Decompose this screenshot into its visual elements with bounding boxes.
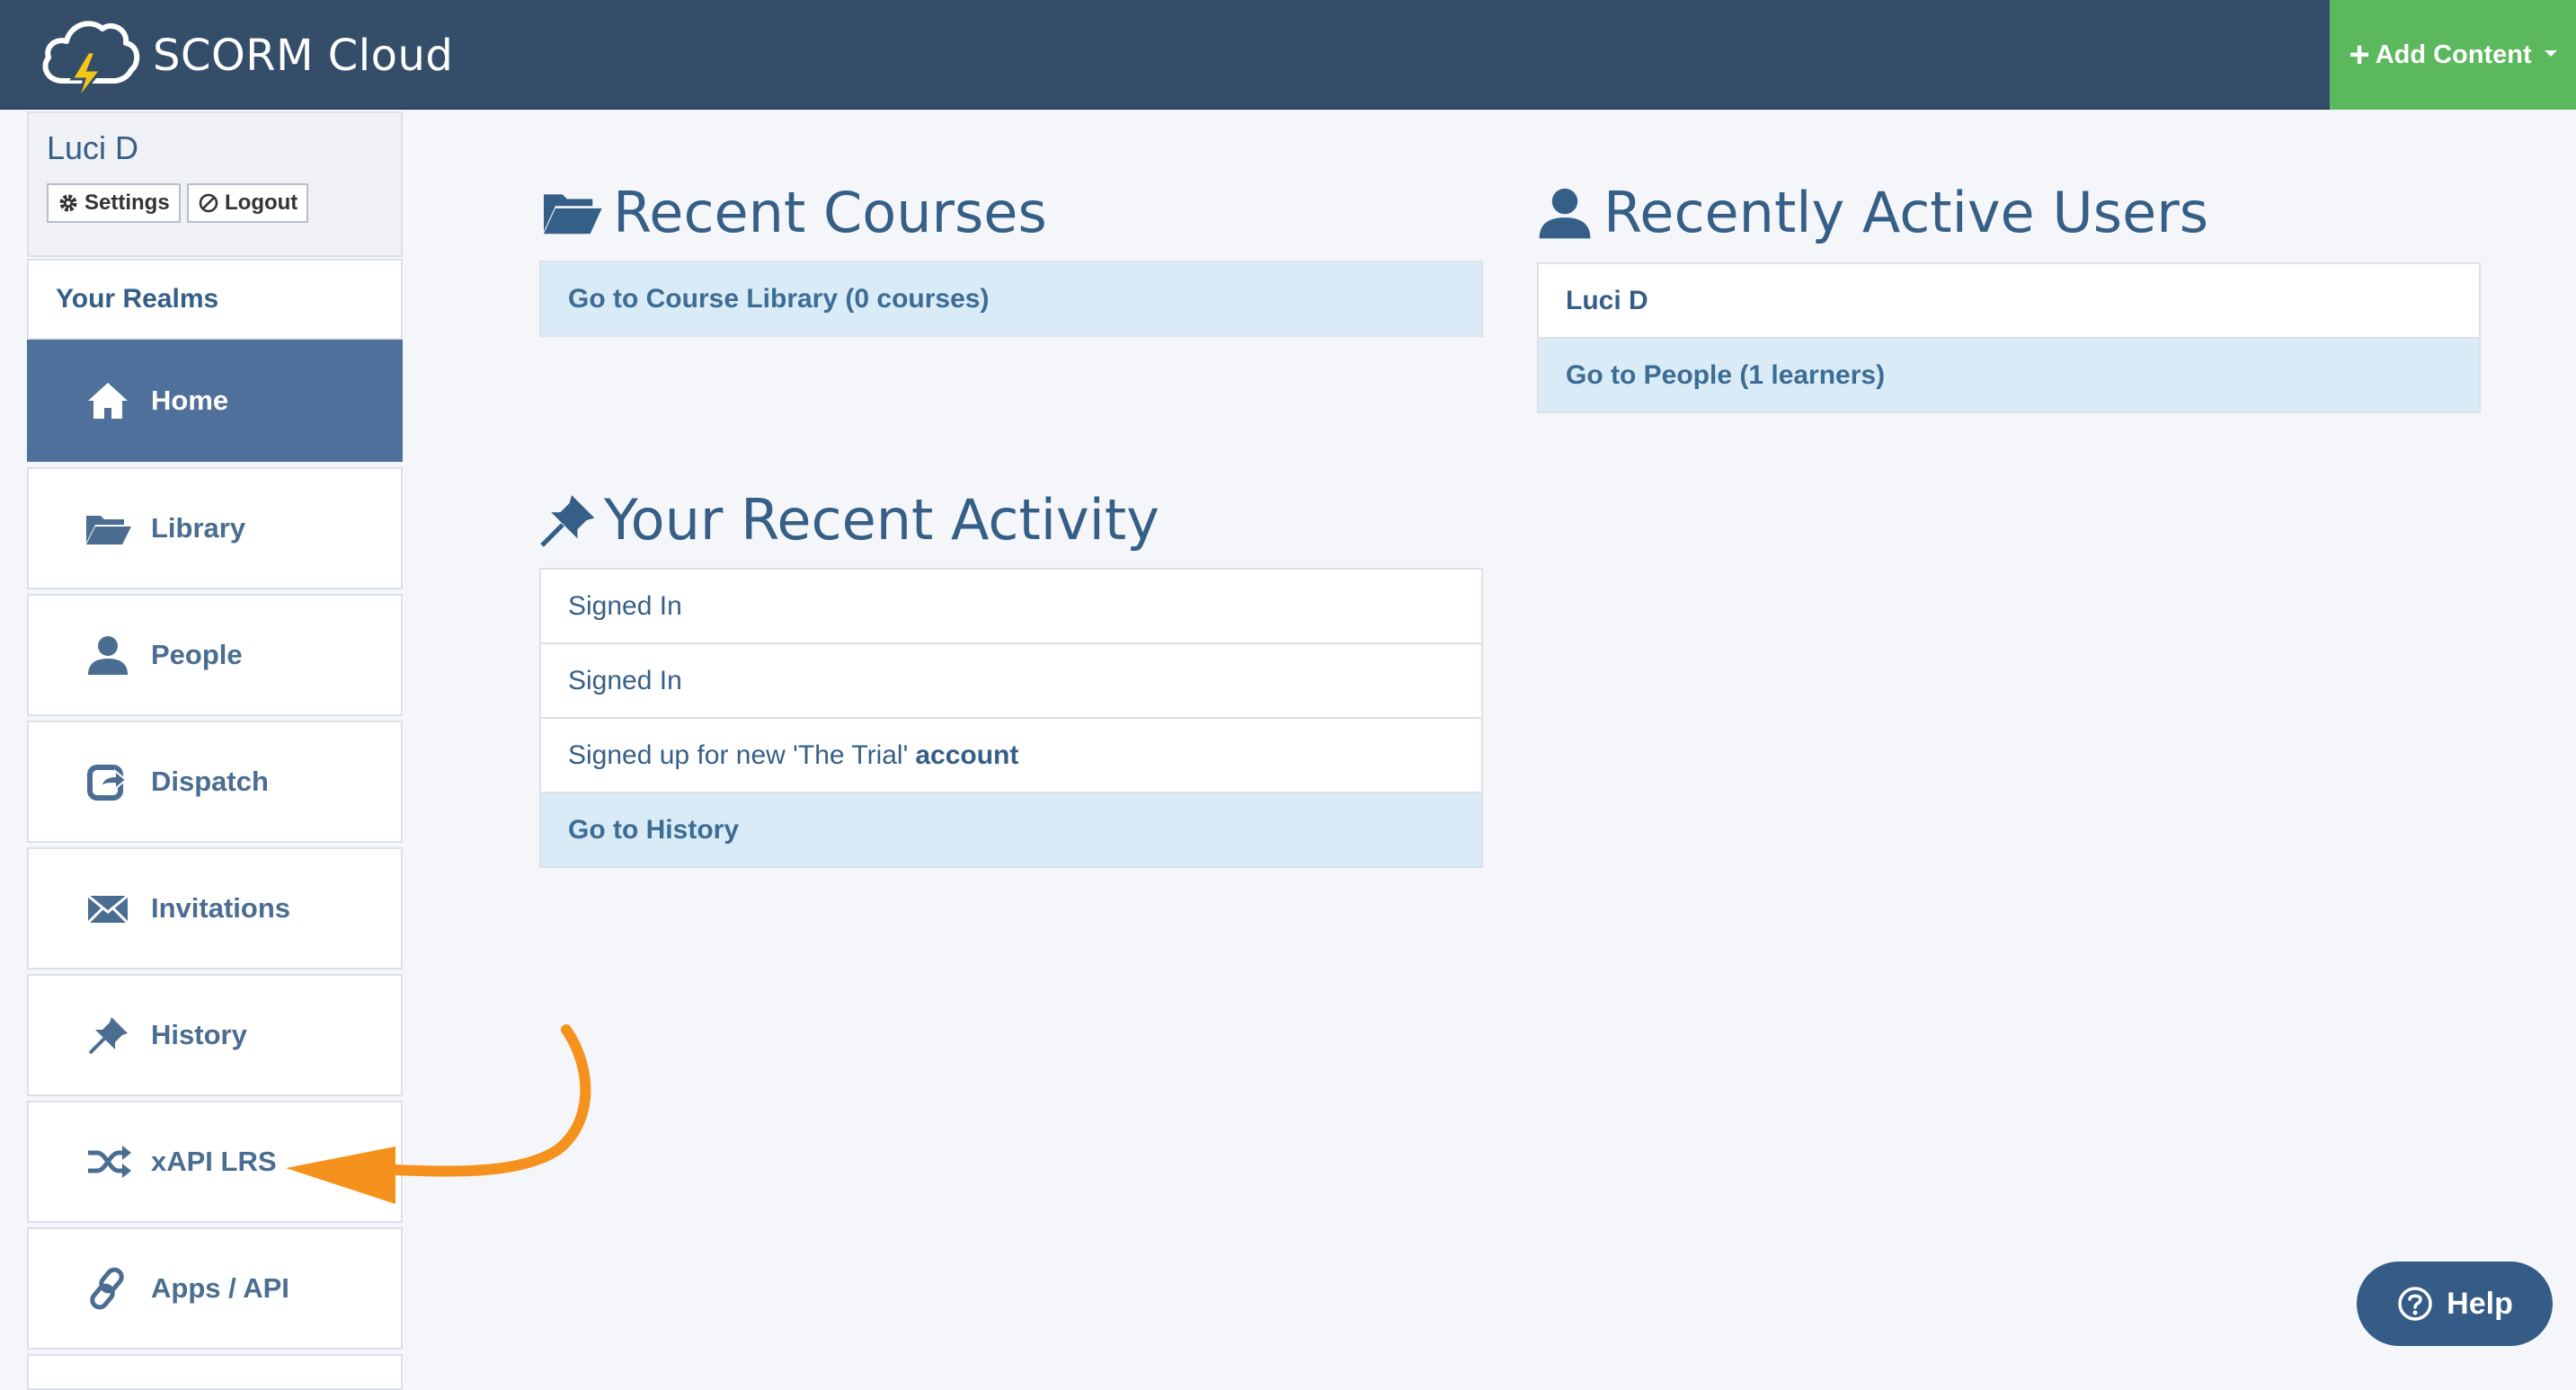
recent-users-list: Luci D Go to People (1 learners) (1537, 262, 2481, 413)
recent-courses-title: Recent Courses (537, 180, 1047, 245)
sidebar-item-apps-api[interactable]: Apps / API (27, 1227, 403, 1350)
plus-icon: + (2349, 35, 2370, 75)
sidebar-item-label: Apps / API (151, 1272, 289, 1304)
add-content-label: Add Content (2375, 40, 2532, 69)
activity-account-text: account (915, 739, 1019, 770)
ban-icon (199, 193, 218, 213)
folder-open-icon (544, 193, 602, 234)
user-icon (1539, 188, 1591, 238)
user-name: Luci D (47, 129, 139, 166)
list-item: Signed In (539, 568, 1483, 644)
sidebar-item-label: Dispatch (151, 766, 269, 797)
activity-signup-text: Signed up for new 'The Trial' (568, 739, 909, 770)
pushpin-icon (540, 494, 595, 547)
people-link[interactable]: Go to People (1 learners) (1537, 337, 2481, 413)
sidebar-item-label: xAPI LRS (151, 1146, 277, 1177)
question-circle-icon (2398, 1287, 2432, 1321)
link-icon (83, 1265, 133, 1312)
share-icon (83, 758, 133, 805)
folder-open-icon (83, 505, 133, 552)
recent-users-title: Recently Active Users (1533, 180, 2208, 245)
annotation-arrow (286, 1024, 591, 1204)
history-link[interactable]: Go to History (539, 792, 1483, 868)
your-realms-link[interactable]: Your Realms (27, 259, 403, 340)
sidebar-item-home[interactable]: Home (27, 340, 403, 462)
recent-activity-heading: Your Recent Activity (604, 487, 1159, 553)
shuffle-icon (83, 1138, 133, 1185)
sidebar-item-invitations[interactable]: Invitations (27, 847, 403, 969)
sidebar-item-more[interactable] (27, 1354, 403, 1390)
recent-courses-list: Go to Course Library (0 courses) (539, 261, 1483, 337)
user-icon (83, 632, 133, 678)
help-button[interactable]: Help (2357, 1262, 2553, 1346)
sidebar-item-dispatch[interactable]: Dispatch (27, 721, 403, 843)
settings-button[interactable]: Settings (47, 183, 181, 223)
recent-activity-list: Signed In Signed In Signed up for new 'T… (539, 568, 1483, 868)
home-icon (83, 377, 133, 424)
sidebar-item-library[interactable]: Library (27, 467, 403, 589)
recent-courses-heading: Recent Courses (613, 180, 1047, 245)
sidebar-item-label: Invitations (151, 892, 291, 924)
recent-activity-title: Your Recent Activity (537, 487, 1159, 553)
sidebar-item-label: History (151, 1019, 247, 1050)
pushpin-icon (83, 1012, 133, 1058)
sidebar-item-label: People (151, 639, 243, 670)
list-item[interactable]: Luci D (1537, 262, 2481, 339)
brand-name: SCORM Cloud (153, 31, 454, 81)
sidebar-item-people[interactable]: People (27, 594, 403, 716)
envelope-icon (83, 885, 133, 932)
list-item: Signed up for new 'The Trial' account (539, 717, 1483, 793)
recent-users-heading: Recently Active Users (1603, 180, 2209, 245)
help-label: Help (2447, 1286, 2513, 1321)
list-item: Signed In (539, 642, 1483, 719)
sidebar-item-label: Library (151, 512, 246, 544)
sidebar-item-label: Home (151, 385, 229, 416)
caret-down-icon (2544, 49, 2557, 57)
add-content-button[interactable]: + Add Content (2330, 0, 2576, 110)
gear-icon (59, 194, 77, 212)
top-bar: SCORM Cloud + Add Content (0, 0, 2576, 110)
logout-label: Logout (225, 190, 298, 215)
brand-logo[interactable]: SCORM Cloud (38, 11, 453, 101)
settings-label: Settings (84, 190, 170, 215)
user-panel: Luci D Settings Logout (27, 111, 403, 257)
course-library-link[interactable]: Go to Course Library (0 courses) (539, 261, 1483, 337)
logout-button[interactable]: Logout (187, 183, 309, 223)
cloud-bolt-icon (42, 21, 140, 101)
